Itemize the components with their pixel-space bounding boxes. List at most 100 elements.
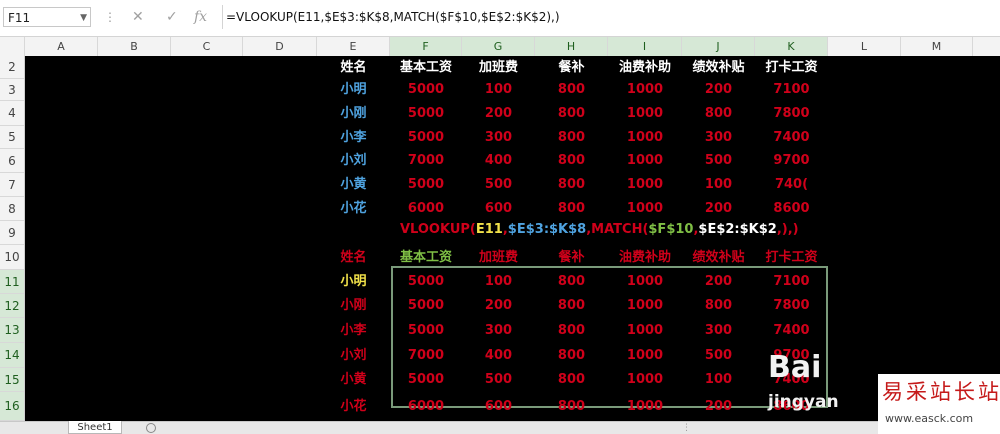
lower-value-cell[interactable]: 1000: [608, 343, 682, 368]
upper-header-cell[interactable]: 打卡工资: [755, 56, 828, 79]
lower-value-cell[interactable]: 6000: [390, 392, 462, 421]
lower-value-cell[interactable]: 300: [462, 318, 535, 343]
column-header-G[interactable]: G: [462, 37, 535, 56]
upper-value-cell[interactable]: 5000: [390, 126, 462, 149]
upper-value-cell[interactable]: 740(: [755, 173, 828, 197]
row-header-13[interactable]: 13: [0, 318, 24, 343]
upper-value-cell[interactable]: 200: [462, 101, 535, 126]
lower-value-cell[interactable]: 1000: [608, 392, 682, 421]
lower-value-cell[interactable]: 1000: [608, 294, 682, 318]
upper-value-cell[interactable]: 800: [535, 126, 608, 149]
upper-value-cell[interactable]: 5000: [390, 101, 462, 126]
upper-value-cell[interactable]: 100: [682, 173, 755, 197]
upper-value-cell[interactable]: 500: [682, 149, 755, 173]
lower-header-cell[interactable]: 打卡工资: [755, 245, 828, 270]
lower-value-cell[interactable]: 800: [535, 270, 608, 294]
upper-value-cell[interactable]: 1000: [608, 101, 682, 126]
lower-name-cell[interactable]: 小黄: [317, 368, 390, 392]
upper-value-cell[interactable]: 300: [462, 126, 535, 149]
cell-grid[interactable]: VLOOKUP(E11,$E$3:$K$8,MATCH($F$10,$E$2:$…: [25, 56, 1000, 421]
insert-function-icon[interactable]: fx: [194, 7, 207, 27]
row-header-12[interactable]: 12: [0, 294, 24, 318]
upper-value-cell[interactable]: 8600: [755, 197, 828, 221]
add-sheet-icon[interactable]: [146, 423, 156, 433]
upper-value-cell[interactable]: 800: [535, 197, 608, 221]
sheet-tab-sheet1[interactable]: Sheet1: [68, 421, 122, 434]
lower-value-cell[interactable]: 800: [535, 343, 608, 368]
row-header-11[interactable]: 11: [0, 270, 24, 294]
row-header-6[interactable]: 6: [0, 149, 24, 173]
lower-header-cell[interactable]: 基本工资: [390, 245, 462, 270]
column-header-I[interactable]: I: [608, 37, 682, 56]
column-header-E[interactable]: E: [317, 37, 390, 56]
scroll-divider-icon[interactable]: ⋮: [682, 423, 691, 433]
lower-value-cell[interactable]: 7000: [390, 343, 462, 368]
upper-value-cell[interactable]: 7800: [755, 101, 828, 126]
column-header-A[interactable]: A: [25, 37, 98, 56]
confirm-icon[interactable]: ✓: [166, 7, 178, 27]
column-header-J[interactable]: J: [682, 37, 755, 56]
lower-value-cell[interactable]: 600: [462, 392, 535, 421]
column-header-K[interactable]: K: [755, 37, 828, 56]
lower-value-cell[interactable]: 5000: [390, 368, 462, 392]
upper-value-cell[interactable]: 9700: [755, 149, 828, 173]
lower-value-cell[interactable]: 800: [535, 294, 608, 318]
lower-value-cell[interactable]: 5000: [390, 294, 462, 318]
upper-name-cell[interactable]: 小黄: [317, 173, 390, 197]
upper-value-cell[interactable]: 500: [462, 173, 535, 197]
lower-value-cell[interactable]: 1000: [608, 368, 682, 392]
upper-value-cell[interactable]: 7100: [755, 79, 828, 101]
lower-name-cell[interactable]: 小花: [317, 392, 390, 421]
lower-value-cell[interactable]: 300: [682, 318, 755, 343]
upper-header-cell[interactable]: 基本工资: [390, 56, 462, 79]
upper-value-cell[interactable]: 7400: [755, 126, 828, 149]
row-header-15[interactable]: 15: [0, 368, 24, 392]
upper-value-cell[interactable]: 600: [462, 197, 535, 221]
upper-name-cell[interactable]: 小李: [317, 126, 390, 149]
lower-value-cell[interactable]: 7800: [755, 294, 828, 318]
lower-value-cell[interactable]: 1000: [608, 270, 682, 294]
row-header-14[interactable]: 14: [0, 343, 24, 368]
name-box[interactable]: F11 ▼: [3, 7, 91, 27]
column-header-D[interactable]: D: [243, 37, 317, 56]
upper-value-cell[interactable]: 1000: [608, 126, 682, 149]
row-header-5[interactable]: 5: [0, 126, 24, 149]
upper-value-cell[interactable]: 5000: [390, 173, 462, 197]
lower-value-cell[interactable]: 200: [462, 294, 535, 318]
row-header-10[interactable]: 10: [0, 245, 24, 270]
lower-value-cell[interactable]: 400: [462, 343, 535, 368]
lower-value-cell[interactable]: 7400: [755, 318, 828, 343]
upper-name-cell[interactable]: 小花: [317, 197, 390, 221]
lower-header-cell[interactable]: 姓名: [317, 245, 390, 270]
lower-name-cell[interactable]: 小刘: [317, 343, 390, 368]
upper-name-cell[interactable]: 小刚: [317, 101, 390, 126]
row-header-16[interactable]: 16: [0, 392, 24, 421]
lower-value-cell[interactable]: 200: [682, 392, 755, 421]
upper-name-cell[interactable]: 小明: [317, 79, 390, 101]
lower-header-cell[interactable]: 餐补: [535, 245, 608, 270]
upper-value-cell[interactable]: 100: [462, 79, 535, 101]
lower-value-cell[interactable]: 800: [535, 392, 608, 421]
more-options-icon[interactable]: ⋮: [104, 10, 117, 24]
lower-header-cell[interactable]: 油费补助: [608, 245, 682, 270]
upper-value-cell[interactable]: 200: [682, 79, 755, 101]
lower-value-cell[interactable]: 800: [535, 318, 608, 343]
upper-value-cell[interactable]: 1000: [608, 173, 682, 197]
lower-value-cell[interactable]: 800: [682, 294, 755, 318]
chevron-down-icon[interactable]: ▼: [80, 8, 87, 28]
row-header-2[interactable]: 2: [0, 56, 24, 79]
row-header-3[interactable]: 3: [0, 79, 24, 101]
upper-value-cell[interactable]: 800: [535, 101, 608, 126]
lower-value-cell[interactable]: 800: [535, 368, 608, 392]
upper-value-cell[interactable]: 1000: [608, 197, 682, 221]
upper-value-cell[interactable]: 6000: [390, 197, 462, 221]
lower-value-cell[interactable]: 500: [682, 343, 755, 368]
upper-value-cell[interactable]: 800: [682, 101, 755, 126]
upper-value-cell[interactable]: 400: [462, 149, 535, 173]
lower-value-cell[interactable]: 1000: [608, 318, 682, 343]
lower-value-cell[interactable]: 7100: [755, 270, 828, 294]
lower-value-cell[interactable]: 200: [682, 270, 755, 294]
row-header-7[interactable]: 7: [0, 173, 24, 197]
column-header-C[interactable]: C: [171, 37, 243, 56]
lower-name-cell[interactable]: 小李: [317, 318, 390, 343]
